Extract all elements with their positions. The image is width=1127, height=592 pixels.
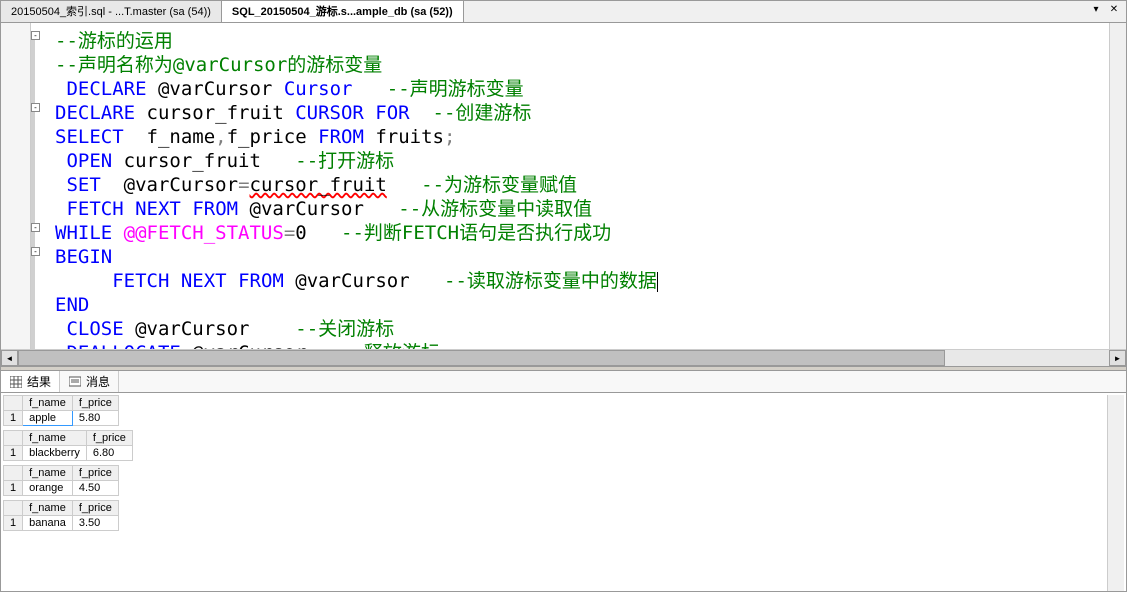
grid-corner xyxy=(4,501,23,516)
tab-inactive[interactable]: 20150504_索引.sql - ...T.master (sa (54)) xyxy=(1,1,222,22)
code-text[interactable]: --游标的运用 --声明名称为@varCursor的游标变量 DECLARE @… xyxy=(31,23,1109,349)
grid-corner xyxy=(4,431,23,446)
table-row[interactable]: 1blackberry6.80 xyxy=(4,446,133,461)
sql-editor-window: 20150504_索引.sql - ...T.master (sa (54)) … xyxy=(0,0,1127,592)
tab-messages-label: 消息 xyxy=(86,373,110,390)
cell[interactable]: blackberry xyxy=(23,446,87,461)
column-header[interactable]: f_name xyxy=(23,396,73,411)
fold-toggle-icon[interactable]: - xyxy=(31,223,40,232)
column-header[interactable]: f_price xyxy=(72,396,118,411)
results-body: f_namef_price1apple5.80f_namef_price1bla… xyxy=(1,393,1126,591)
tab-results-label: 结果 xyxy=(27,373,51,390)
grid-icon xyxy=(9,375,23,389)
fold-toggle-icon[interactable]: - xyxy=(31,31,40,40)
tab-active[interactable]: SQL_20150504_游标.s...ample_db (sa (52)) xyxy=(222,1,464,22)
column-header[interactable]: f_price xyxy=(72,466,118,481)
cell[interactable]: 6.80 xyxy=(86,446,132,461)
cell[interactable]: 3.50 xyxy=(72,516,118,531)
table-row[interactable]: 1banana3.50 xyxy=(4,516,119,531)
result-grid-container: f_namef_price1apple5.80f_namef_price1bla… xyxy=(3,395,1107,591)
column-header[interactable]: f_name xyxy=(23,501,73,516)
column-header[interactable]: f_price xyxy=(72,501,118,516)
row-header[interactable]: 1 xyxy=(4,446,23,461)
cell[interactable]: orange xyxy=(23,481,73,496)
code-editor-area: ---- --游标的运用 --声明名称为@varCursor的游标变量 DECL… xyxy=(1,23,1126,349)
cell[interactable]: banana xyxy=(23,516,73,531)
row-header[interactable]: 1 xyxy=(4,516,23,531)
grid-corner xyxy=(4,466,23,481)
table-row[interactable]: 1orange4.50 xyxy=(4,481,119,496)
row-header[interactable]: 1 xyxy=(4,481,23,496)
messages-icon xyxy=(68,375,82,389)
cell[interactable]: apple xyxy=(23,411,73,426)
result-grid[interactable]: f_namef_price1orange4.50 xyxy=(3,465,119,496)
document-tab-bar: 20150504_索引.sql - ...T.master (sa (54)) … xyxy=(1,1,1126,23)
column-header[interactable]: f_price xyxy=(86,431,132,446)
results-vertical-scrollbar[interactable] xyxy=(1107,395,1124,591)
results-tab-bar: 结果 消息 xyxy=(1,371,1126,393)
fold-bar xyxy=(31,31,35,349)
grid-corner xyxy=(4,396,23,411)
result-grid[interactable]: f_namef_price1apple5.80 xyxy=(3,395,119,426)
column-header[interactable]: f_name xyxy=(23,431,87,446)
hscroll-thumb[interactable] xyxy=(18,350,945,366)
result-grid[interactable]: f_namef_price1blackberry6.80 xyxy=(3,430,133,461)
close-icon[interactable]: ✕ xyxy=(1106,1,1122,17)
cell[interactable]: 5.80 xyxy=(72,411,118,426)
editor-vertical-scrollbar[interactable] xyxy=(1109,23,1126,349)
tab-messages[interactable]: 消息 xyxy=(60,371,119,392)
column-header[interactable]: f_name xyxy=(23,466,73,481)
editor-gutter xyxy=(1,23,31,349)
scroll-right-icon[interactable]: ► xyxy=(1109,350,1126,366)
row-header[interactable]: 1 xyxy=(4,411,23,426)
fold-toggle-icon[interactable]: - xyxy=(31,103,40,112)
cell[interactable]: 4.50 xyxy=(72,481,118,496)
fold-toggle-icon[interactable]: - xyxy=(31,247,40,256)
result-grid[interactable]: f_namef_price1banana3.50 xyxy=(3,500,119,531)
editor-horizontal-scrollbar[interactable]: ◄ ► xyxy=(1,349,1126,366)
table-row[interactable]: 1apple5.80 xyxy=(4,411,119,426)
tab-results[interactable]: 结果 xyxy=(1,371,60,392)
tab-dropdown-icon[interactable]: ▾ xyxy=(1088,1,1104,17)
scroll-left-icon[interactable]: ◄ xyxy=(1,350,18,366)
results-panel: 结果 消息 f_namef_price1apple5.80f_namef_pri… xyxy=(1,371,1126,591)
